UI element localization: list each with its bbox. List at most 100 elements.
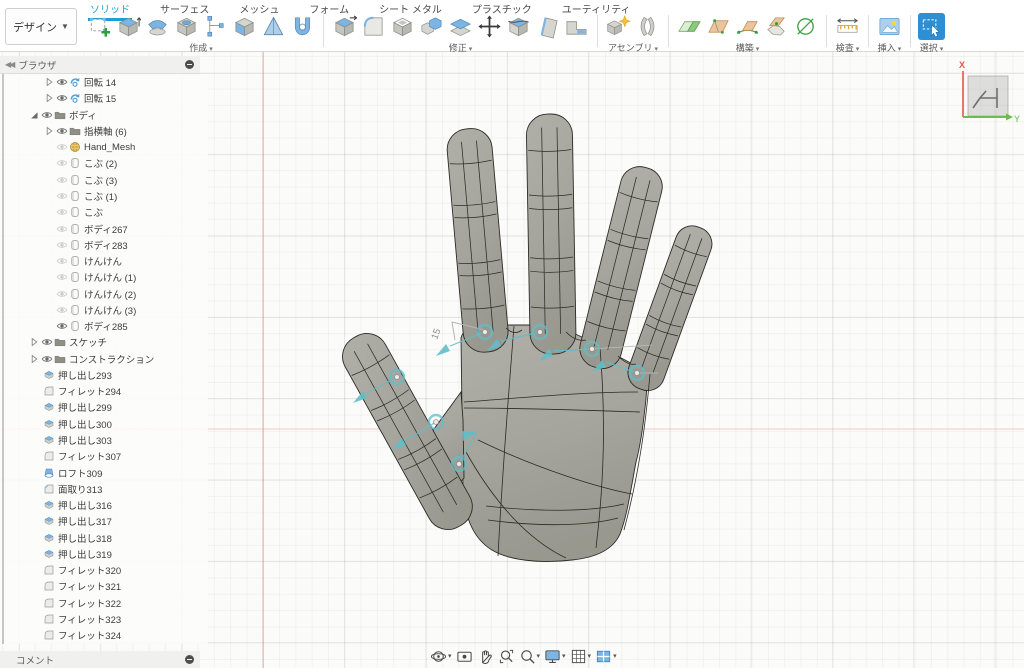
visibility-eye-icon[interactable] bbox=[40, 353, 53, 365]
browser-item[interactable]: ロフト309 bbox=[42, 464, 208, 480]
browser-item[interactable]: 押し出し299 bbox=[42, 399, 208, 415]
tool-group-label[interactable]: 修正 ▾ bbox=[449, 41, 472, 54]
tool-combine-button[interactable] bbox=[418, 13, 445, 40]
browser-item[interactable]: コンストラクション bbox=[27, 351, 208, 367]
visibility-eye-icon[interactable] bbox=[55, 125, 68, 137]
browser-item[interactable]: 押し出し300 bbox=[42, 416, 208, 432]
tool-plane-path-button[interactable] bbox=[734, 13, 761, 40]
tool-joint-button[interactable] bbox=[634, 13, 661, 40]
browser-item[interactable]: こぶ (1) bbox=[42, 188, 208, 204]
tool-axis-button[interactable] bbox=[792, 13, 819, 40]
tool-plane-point-button[interactable] bbox=[763, 13, 790, 40]
expand-arrow-icon[interactable] bbox=[27, 109, 40, 121]
browser-item[interactable]: 指横軸 (6) bbox=[42, 123, 208, 139]
browser-item[interactable]: 回転 14 bbox=[42, 74, 208, 90]
sketch-point[interactable] bbox=[395, 375, 400, 380]
viewports-button[interactable]: ▾ bbox=[595, 648, 617, 665]
sketch-point[interactable] bbox=[538, 330, 543, 335]
tool-group-label[interactable]: 構築 ▾ bbox=[736, 41, 759, 54]
browser-scrollbar[interactable] bbox=[2, 74, 4, 644]
tool-group-label[interactable]: 作成 ▾ bbox=[189, 41, 212, 54]
visibility-eye-icon[interactable] bbox=[55, 255, 68, 267]
browser-item[interactable]: こぶ (2) bbox=[42, 155, 208, 171]
zoom-button[interactable] bbox=[498, 648, 515, 665]
tool-sketch-dots-button[interactable] bbox=[202, 13, 229, 40]
tool-web-button[interactable] bbox=[289, 13, 316, 40]
tool-offset-face-button[interactable] bbox=[447, 13, 474, 40]
chevron-down-icon[interactable]: ▾ bbox=[562, 652, 566, 660]
sketch-point[interactable] bbox=[457, 462, 462, 467]
visibility-eye-icon[interactable] bbox=[55, 141, 68, 153]
view-cube[interactable] bbox=[968, 76, 1008, 116]
tool-rib-button[interactable] bbox=[260, 13, 287, 40]
expand-arrow-icon[interactable] bbox=[42, 92, 55, 104]
tool-fillet-button[interactable] bbox=[360, 13, 387, 40]
browser-item[interactable]: フィレット324 bbox=[42, 627, 208, 643]
browser-item[interactable]: 面取り313 bbox=[42, 481, 208, 497]
tool-split-body-button[interactable] bbox=[505, 13, 532, 40]
browser-item[interactable]: フィレット322 bbox=[42, 595, 208, 611]
middle-finger[interactable] bbox=[526, 114, 576, 355]
chevron-down-icon[interactable]: ▾ bbox=[448, 652, 452, 660]
tool-measure-button[interactable] bbox=[834, 13, 861, 40]
tool-select-button[interactable] bbox=[918, 13, 945, 40]
browser-item[interactable]: フィレット294 bbox=[42, 383, 208, 399]
visibility-eye-icon[interactable] bbox=[55, 239, 68, 251]
index-finger[interactable] bbox=[445, 127, 509, 354]
browser-item[interactable]: 押し出し319 bbox=[42, 546, 208, 562]
tool-sketch-new-button[interactable] bbox=[86, 13, 113, 40]
browser-item[interactable]: けんけん (3) bbox=[42, 302, 208, 318]
tool-insert-image-button[interactable] bbox=[876, 13, 903, 40]
fit-button[interactable]: ▾ bbox=[519, 648, 541, 665]
browser-item[interactable]: フィレット323 bbox=[42, 611, 208, 627]
collapse-panel-icon[interactable]: ◀◀ bbox=[5, 60, 13, 69]
tool-sweep-button[interactable] bbox=[231, 13, 258, 40]
tool-group-label[interactable]: アセンブリ ▾ bbox=[608, 41, 658, 54]
browser-item[interactable]: フィレット321 bbox=[42, 578, 208, 594]
sketch-point[interactable] bbox=[590, 347, 595, 352]
visibility-eye-icon[interactable] bbox=[55, 174, 68, 186]
browser-item[interactable]: けんけん (1) bbox=[42, 269, 208, 285]
chevron-down-icon[interactable]: ▾ bbox=[588, 652, 592, 660]
sketch-point[interactable] bbox=[483, 330, 488, 335]
visibility-eye-icon[interactable] bbox=[55, 190, 68, 202]
comment-options-icon[interactable] bbox=[185, 655, 194, 664]
browser-item[interactable]: スケッチ bbox=[27, 334, 208, 350]
display-settings-button[interactable]: ▾ bbox=[544, 648, 566, 665]
browser-item[interactable]: フィレット320 bbox=[42, 562, 208, 578]
browser-item[interactable]: けんけん bbox=[42, 253, 208, 269]
browser-item[interactable]: 押し出し318 bbox=[42, 529, 208, 545]
browser-item[interactable]: ボディ285 bbox=[42, 318, 208, 334]
tool-plane-angle-button[interactable] bbox=[705, 13, 732, 40]
browser-item[interactable]: ボディ283 bbox=[42, 237, 208, 253]
annotation-arrowhead[interactable] bbox=[436, 344, 450, 356]
browser-item[interactable]: こぶ (3) bbox=[42, 172, 208, 188]
visibility-eye-icon[interactable] bbox=[40, 336, 53, 348]
visibility-eye-icon[interactable] bbox=[55, 271, 68, 283]
visibility-eye-icon[interactable] bbox=[55, 206, 68, 218]
expand-arrow-icon[interactable] bbox=[27, 353, 40, 365]
tool-new-component-button[interactable] bbox=[605, 13, 632, 40]
visibility-eye-icon[interactable] bbox=[55, 304, 68, 316]
comment-bar[interactable]: コメント bbox=[0, 651, 200, 668]
design-menu-button[interactable]: デザイン▼ bbox=[5, 8, 77, 45]
sketch-point[interactable] bbox=[434, 420, 439, 425]
tool-plane-offset-button[interactable] bbox=[676, 13, 703, 40]
expand-arrow-icon[interactable] bbox=[42, 125, 55, 137]
tool-hole-button[interactable] bbox=[173, 13, 200, 40]
tool-align-button[interactable] bbox=[563, 13, 590, 40]
tool-press-pull-button[interactable] bbox=[331, 13, 358, 40]
browser-item[interactable]: ボディ267 bbox=[42, 220, 208, 236]
visibility-eye-icon[interactable] bbox=[55, 157, 68, 169]
panel-options-icon[interactable] bbox=[185, 60, 194, 69]
chevron-down-icon[interactable]: ▾ bbox=[537, 652, 541, 660]
visibility-eye-icon[interactable] bbox=[55, 320, 68, 332]
browser-item[interactable]: 押し出し316 bbox=[42, 497, 208, 513]
pan-button[interactable] bbox=[477, 648, 494, 665]
browser-item[interactable]: こぶ bbox=[42, 204, 208, 220]
palm[interactable] bbox=[461, 325, 648, 562]
grid-settings-button[interactable]: ▾ bbox=[570, 648, 592, 665]
tool-shell-button[interactable] bbox=[389, 13, 416, 40]
tool-group-label[interactable]: 選択 ▾ bbox=[920, 41, 943, 54]
expand-arrow-icon[interactable] bbox=[42, 76, 55, 88]
